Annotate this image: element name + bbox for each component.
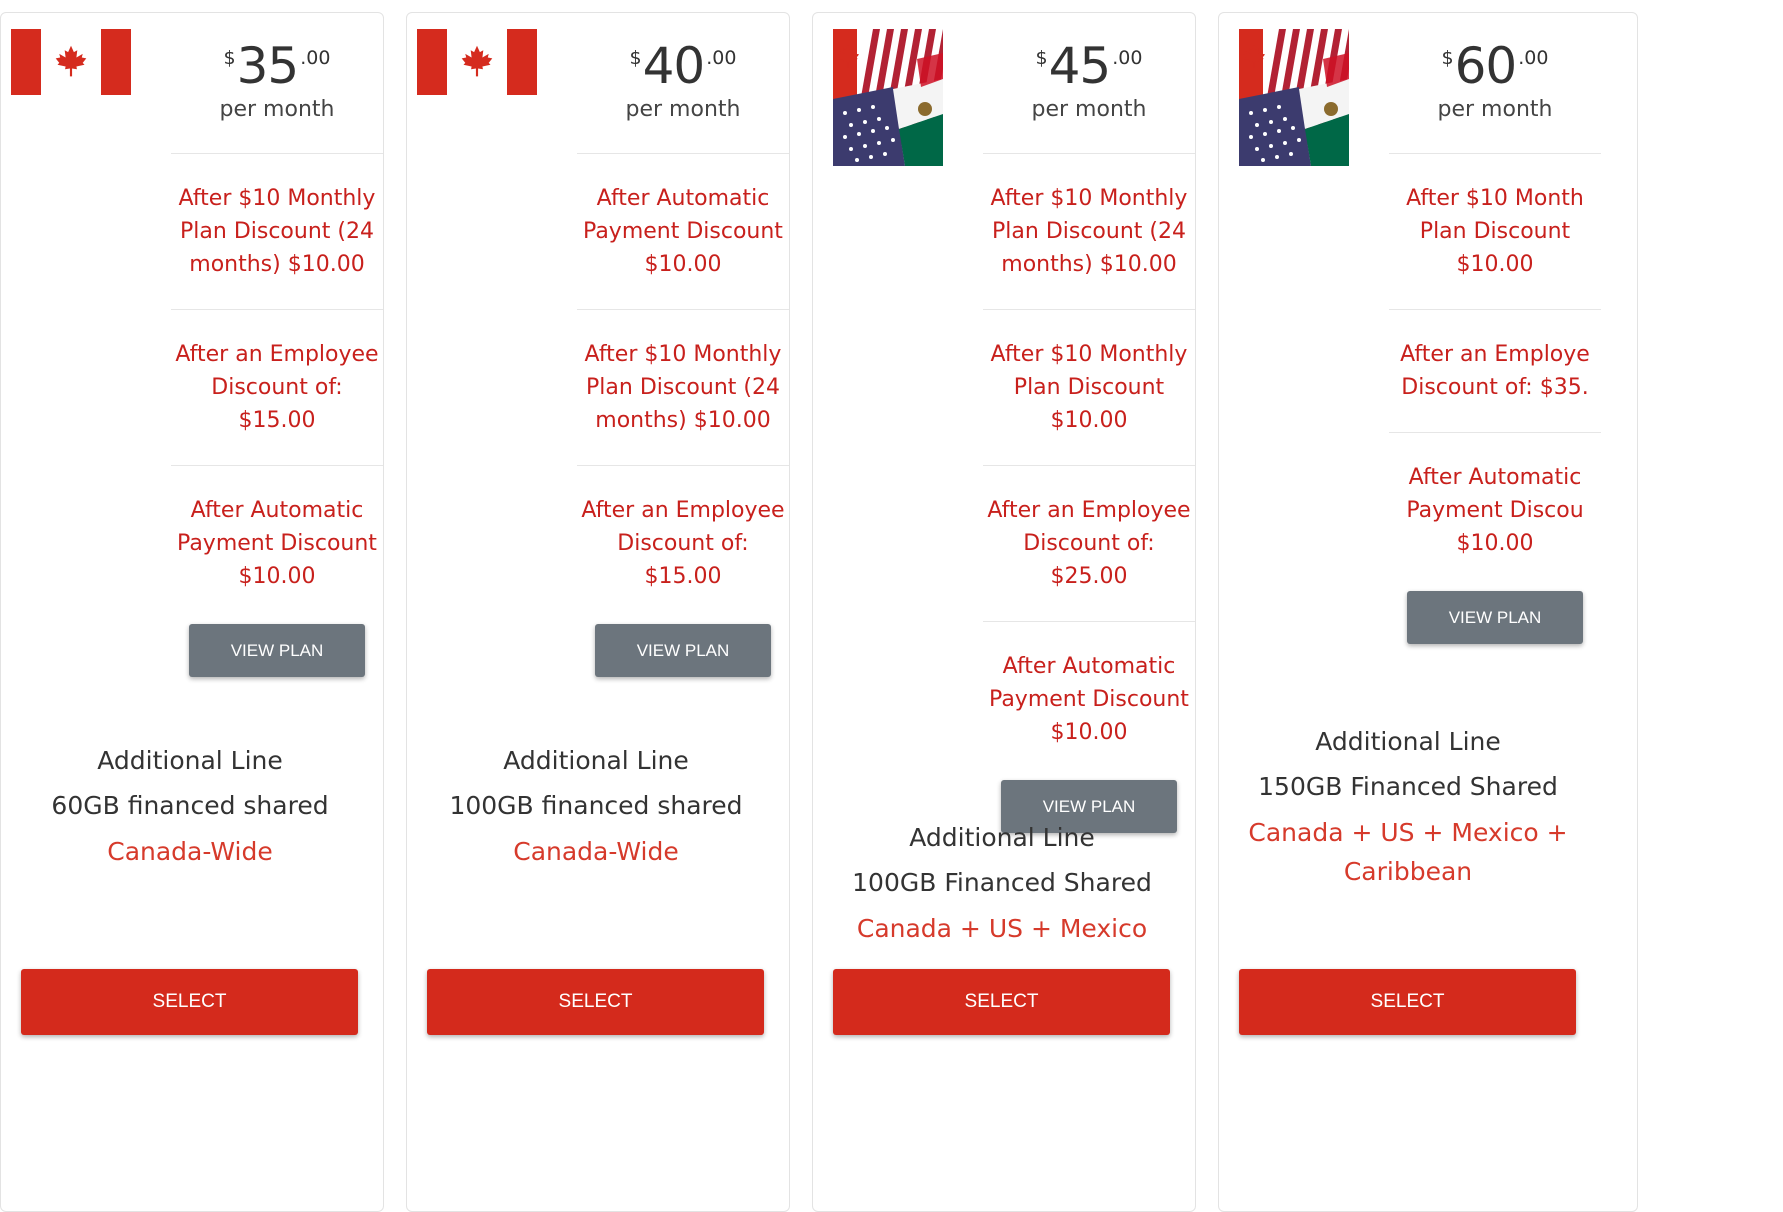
canada-us-mexico-flags-icon (833, 29, 943, 166)
discount-item: After $10 Monthly Plan Discount (24 mont… (171, 153, 383, 309)
data-allowance: 100GB financed shared (449, 791, 743, 820)
select-button[interactable]: SELECT (1239, 969, 1576, 1035)
plan-card: $ 40 .00 per month After Automatic Payme… (406, 12, 790, 1212)
price: $ 35 .00 per month (171, 41, 383, 122)
price-cents: .00 (1112, 47, 1143, 69)
additional-line-info: Additional Line 60GB financed shared Can… (1, 738, 379, 871)
additional-line-info: Additional Line 100GB Financed Shared Ca… (813, 815, 1191, 948)
currency-symbol: $ (223, 47, 236, 69)
price: $ 40 .00 per month (577, 41, 789, 122)
plan-card: $ 60 .00 per month After $10 Month Plan … (1218, 12, 1638, 1212)
discount-item: After $10 Month Plan Discount $10.00 (1389, 153, 1601, 309)
price-amount: 60 (1454, 37, 1518, 95)
discount-list: After $10 Monthly Plan Discount (24 mont… (983, 153, 1195, 833)
select-button[interactable]: SELECT (427, 969, 764, 1035)
additional-line-title: Additional Line (909, 823, 1095, 852)
discount-item: After an Employee Discount of: $15.00 (171, 309, 383, 465)
plan-card: $ 45 .00 per month After $10 Monthly Pla… (812, 12, 1196, 1212)
canada-flag-icon (417, 29, 537, 95)
price-amount: 35 (236, 37, 300, 95)
discount-item: After $10 Monthly Plan Discount $10.00 (983, 309, 1195, 465)
coverage-area: Canada-Wide (107, 837, 273, 866)
price: $ 60 .00 per month (1389, 41, 1601, 122)
price-cents: .00 (1518, 47, 1549, 69)
discount-item: After Automatic Payment Discount $10.00 (983, 621, 1195, 777)
currency-symbol: $ (1035, 47, 1048, 69)
view-plan-button[interactable]: VIEW PLAN (595, 624, 771, 677)
price-cents: .00 (300, 47, 331, 69)
discount-item: After $10 Monthly Plan Discount (24 mont… (577, 309, 789, 465)
discount-item: After Automatic Payment Discou $10.00 (1389, 432, 1601, 588)
billing-period: per month (1031, 97, 1147, 122)
discount-list: After Automatic Payment Discount $10.00 … (577, 153, 789, 677)
price-cents: .00 (706, 47, 737, 69)
plan-card: $ 35 .00 per month After $10 Monthly Pla… (0, 12, 384, 1212)
price: $ 45 .00 per month (983, 41, 1195, 122)
view-plan-button[interactable]: VIEW PLAN (189, 624, 365, 677)
currency-symbol: $ (1441, 47, 1454, 69)
additional-line-title: Additional Line (97, 746, 283, 775)
coverage-area: Canada + US + Mexico + Caribbean (1248, 818, 1568, 886)
data-allowance: 150GB Financed Shared (1258, 772, 1558, 801)
price-amount: 45 (1048, 37, 1112, 95)
data-allowance: 100GB Financed Shared (852, 868, 1152, 897)
billing-period: per month (1437, 97, 1553, 122)
discount-item: After Automatic Payment Discount $10.00 (577, 153, 789, 309)
canada-flag-icon (11, 29, 131, 95)
coverage-area: Canada-Wide (513, 837, 679, 866)
additional-line-title: Additional Line (503, 746, 689, 775)
additional-line-info: Additional Line 150GB Financed Shared Ca… (1219, 719, 1597, 891)
discount-item: After an Employee Discount of: $25.00 (983, 465, 1195, 621)
view-plan-button[interactable]: VIEW PLAN (1407, 591, 1583, 644)
price-amount: 40 (642, 37, 706, 95)
data-allowance: 60GB financed shared (51, 791, 329, 820)
discount-list: After $10 Month Plan Discount $10.00 Aft… (1389, 153, 1601, 644)
additional-line-title: Additional Line (1315, 727, 1501, 756)
currency-symbol: $ (629, 47, 642, 69)
discount-item: After Automatic Payment Discount $10.00 (171, 465, 383, 621)
discount-item: After $10 Monthly Plan Discount (24 mont… (983, 153, 1195, 309)
discount-item: After an Employee Discount of: $15.00 (577, 465, 789, 621)
select-button[interactable]: SELECT (833, 969, 1170, 1035)
billing-period: per month (219, 97, 335, 122)
billing-period: per month (625, 97, 741, 122)
coverage-area: Canada + US + Mexico (856, 914, 1148, 943)
additional-line-info: Additional Line 100GB financed shared Ca… (407, 738, 785, 871)
discount-list: After $10 Monthly Plan Discount (24 mont… (171, 153, 383, 677)
canada-us-mexico-flags-icon (1239, 29, 1349, 166)
select-button[interactable]: SELECT (21, 969, 358, 1035)
discount-item: After an Employe Discount of: $35. (1389, 309, 1601, 432)
